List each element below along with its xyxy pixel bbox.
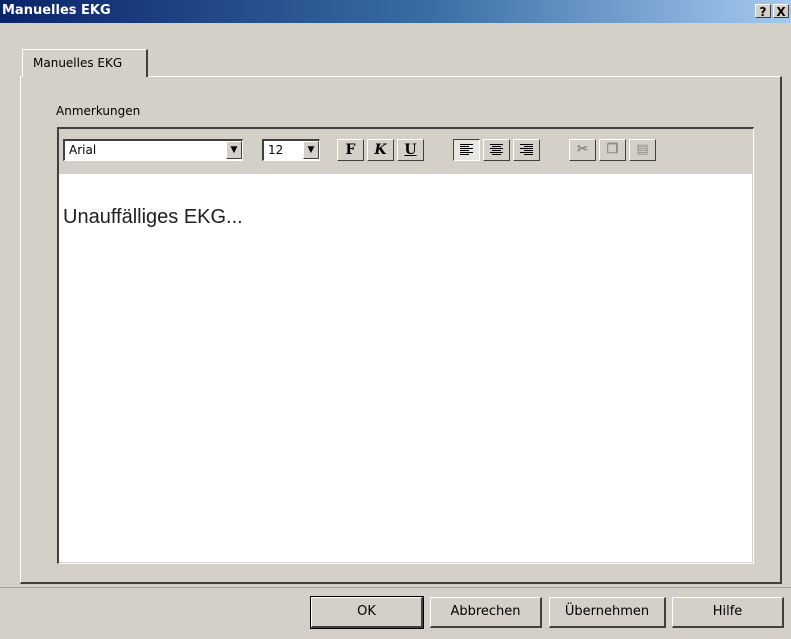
- window-title: Manuelles EKG: [2, 3, 111, 18]
- tab-label: Manuelles EKG: [33, 56, 123, 70]
- bold-button[interactable]: F: [337, 139, 364, 161]
- align-center-button[interactable]: [483, 139, 510, 161]
- align-left-icon: [460, 144, 473, 156]
- paste-icon[interactable]: ▤: [629, 139, 656, 161]
- help-icon[interactable]: ?: [755, 4, 771, 19]
- rich-text-editor: Arial ▼ 12 ▼ F K U ✂ ❐ ▤ Unauffälliges E…: [57, 127, 754, 564]
- copy-icon[interactable]: ❐: [599, 139, 626, 161]
- notes-label: Anmerkungen: [56, 104, 141, 118]
- align-right-button[interactable]: [513, 139, 540, 161]
- font-size-select[interactable]: 12 ▼: [262, 139, 320, 161]
- ok-button[interactable]: OK: [310, 596, 424, 629]
- format-toolbar: Arial ▼ 12 ▼ F K U ✂ ❐ ▤: [59, 129, 752, 174]
- divider: [0, 587, 791, 588]
- chevron-down-icon[interactable]: ▼: [303, 141, 319, 159]
- apply-button[interactable]: Übernehmen: [549, 597, 666, 628]
- italic-button[interactable]: K: [367, 139, 394, 161]
- title-bar[interactable]: Manuelles EKG ? X: [0, 0, 791, 23]
- close-icon[interactable]: X: [773, 4, 789, 19]
- cut-icon[interactable]: ✂: [569, 139, 596, 161]
- chevron-down-icon[interactable]: ▼: [226, 141, 242, 159]
- help-button[interactable]: Hilfe: [672, 597, 784, 628]
- cancel-button[interactable]: Abbrechen: [430, 597, 542, 628]
- font-family-select[interactable]: Arial ▼: [63, 139, 243, 161]
- align-center-icon: [490, 144, 503, 156]
- notes-text: Unauffälliges EKG...: [63, 206, 243, 228]
- underline-button[interactable]: U: [397, 139, 424, 161]
- align-left-button[interactable]: [453, 139, 480, 161]
- align-right-icon: [520, 144, 533, 156]
- notes-textarea[interactable]: Unauffälliges EKG...: [59, 174, 752, 562]
- tab-manuelles-ekg[interactable]: Manuelles EKG: [22, 49, 148, 77]
- font-size-value: 12: [268, 143, 284, 157]
- font-family-value: Arial: [69, 143, 97, 157]
